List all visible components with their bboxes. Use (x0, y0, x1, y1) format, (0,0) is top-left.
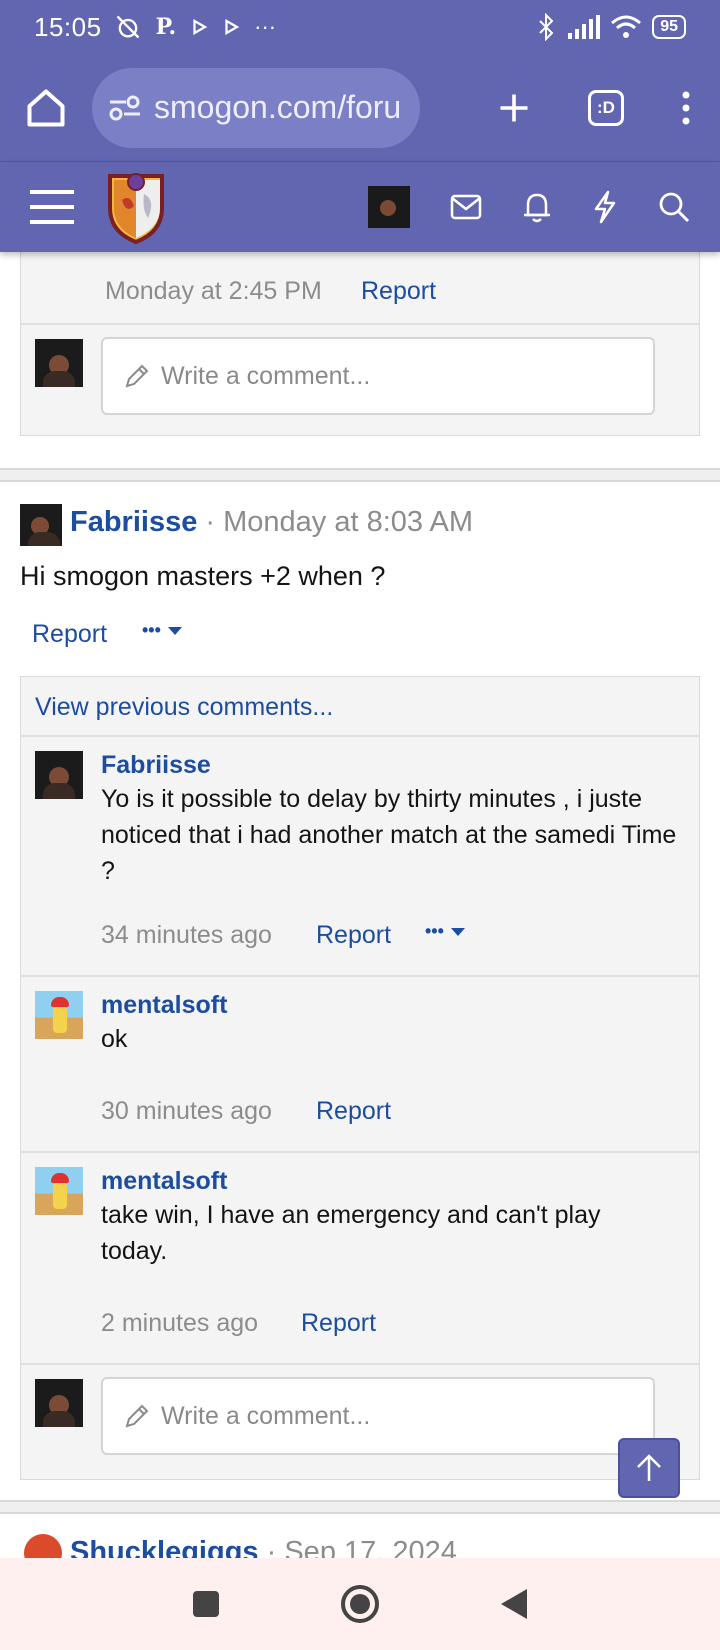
avatar[interactable] (35, 339, 83, 387)
avatar[interactable] (20, 504, 62, 546)
avatar[interactable] (35, 1379, 83, 1427)
muted-alarm-icon (116, 15, 139, 39)
comment-author[interactable]: Fabriisse (101, 751, 211, 780)
report-link[interactable]: Report (316, 921, 391, 950)
scroll-to-top-button[interactable] (618, 1438, 680, 1498)
avatar[interactable] (368, 186, 410, 228)
menu-icon[interactable] (680, 90, 692, 126)
divider (21, 975, 699, 977)
report-link[interactable]: Report (301, 1309, 376, 1338)
write-comment-placeholder: Write a comment... (161, 1401, 371, 1430)
header-actions (368, 186, 690, 228)
report-link[interactable]: Report (361, 277, 436, 306)
play-icon (193, 19, 208, 35)
prev-comment-box: Monday at 2:45 PM Report Write a comment… (20, 252, 700, 436)
avatar[interactable] (35, 1167, 83, 1215)
comment-author[interactable]: mentalsoft (101, 991, 227, 1020)
divider (21, 323, 699, 325)
chevron-down-icon (167, 626, 182, 635)
next-post-header: Shucklegiggs · Sep 17, 2024 (70, 1536, 457, 1558)
pencil-icon (125, 364, 149, 388)
view-previous-comments[interactable]: View previous comments... (35, 693, 333, 722)
bell-icon[interactable] (522, 191, 552, 223)
write-comment-input[interactable]: Write a comment... (101, 1377, 655, 1455)
next-post-avatar[interactable] (24, 1534, 62, 1558)
write-comment-input[interactable]: Write a comment... (101, 337, 655, 415)
site-header (0, 162, 720, 252)
post-author[interactable]: Fabriisse (70, 506, 197, 538)
more-menu-button[interactable]: ••• (425, 921, 466, 942)
comment-timestamp: 30 minutes ago (101, 1097, 272, 1125)
comment-body: ok (101, 1025, 128, 1053)
site-settings-icon[interactable] (108, 93, 142, 123)
more-dots: ••• (142, 620, 161, 640)
status-right-icons: 95 (536, 13, 686, 41)
more-menu-button[interactable]: ••• (142, 620, 183, 641)
avatar[interactable] (35, 751, 83, 799)
meta-separator: · (205, 506, 216, 538)
comment-timestamp: 34 minutes ago (101, 921, 272, 949)
post-body: Hi smogon masters +2 when ? (20, 561, 386, 591)
status-left-icons: P. ··· (114, 13, 277, 41)
status-time: 15:05 (34, 11, 102, 42)
comment-timestamp: Monday at 2:45 PM (105, 277, 322, 305)
recents-icon[interactable] (191, 1589, 221, 1619)
report-link[interactable]: Report (32, 620, 107, 649)
new-tab-icon[interactable] (496, 90, 532, 126)
url-text: smogon.com/foru (154, 89, 402, 125)
comment-timestamp: 2 minutes ago (101, 1309, 259, 1337)
chevron-down-icon (450, 927, 465, 936)
more-dots: ••• (425, 921, 444, 941)
signal-icon (568, 15, 601, 39)
write-comment-placeholder: Write a comment... (161, 361, 371, 390)
post-separator (0, 1500, 720, 1514)
report-link[interactable]: Report (316, 1097, 391, 1126)
divider (21, 1363, 699, 1365)
system-nav-bar (0, 1558, 720, 1650)
status-bar: 15:05 P. ··· 95 (0, 0, 720, 54)
smogon-logo[interactable] (104, 170, 168, 244)
tab-switcher-icon[interactable]: :D (588, 89, 624, 126)
mail-icon[interactable] (450, 194, 482, 220)
browser-actions: :D (496, 89, 696, 126)
post-timestamp[interactable]: Sep 17, 2024 (284, 1536, 457, 1558)
divider (21, 735, 699, 737)
post-header: Fabriisse · Monday at 8:03 AM (70, 506, 473, 539)
play-icon (225, 19, 240, 35)
post-author[interactable]: Shucklegiggs (70, 1536, 259, 1558)
post-separator (0, 468, 720, 482)
meta-separator: · (266, 1536, 277, 1558)
parking-icon: P. (155, 14, 177, 40)
avatar[interactable] (35, 991, 83, 1039)
thread-content: Monday at 2:45 PM Report Write a comment… (0, 252, 720, 1558)
home-button-icon[interactable] (339, 1583, 381, 1625)
more-dots-icon: ··· (254, 14, 277, 39)
address-bar[interactable]: smogon.com/foru (92, 67, 420, 148)
comment-body: take win, I have an emergency and can't … (101, 1201, 601, 1265)
browser-toolbar: smogon.com/foru :D (0, 54, 720, 162)
comment-body: Yo is it possible to delay by thirty min… (101, 785, 677, 885)
arrow-up-icon (637, 1454, 661, 1481)
divider (21, 1151, 699, 1153)
post-timestamp[interactable]: Monday at 8:03 AM (223, 506, 473, 538)
search-icon[interactable] (658, 191, 690, 223)
wifi-icon (611, 15, 642, 38)
comments-box: View previous comments... Fabriisse Yo i… (20, 676, 700, 1480)
back-icon[interactable] (499, 1587, 529, 1621)
hamburger-icon[interactable] (30, 188, 74, 226)
comment-author[interactable]: mentalsoft (101, 1167, 227, 1196)
bluetooth-icon (539, 13, 554, 41)
pencil-icon (125, 1404, 149, 1428)
lightning-icon[interactable] (592, 190, 618, 224)
home-icon[interactable] (24, 86, 68, 130)
battery-icon: 95 (652, 15, 686, 39)
